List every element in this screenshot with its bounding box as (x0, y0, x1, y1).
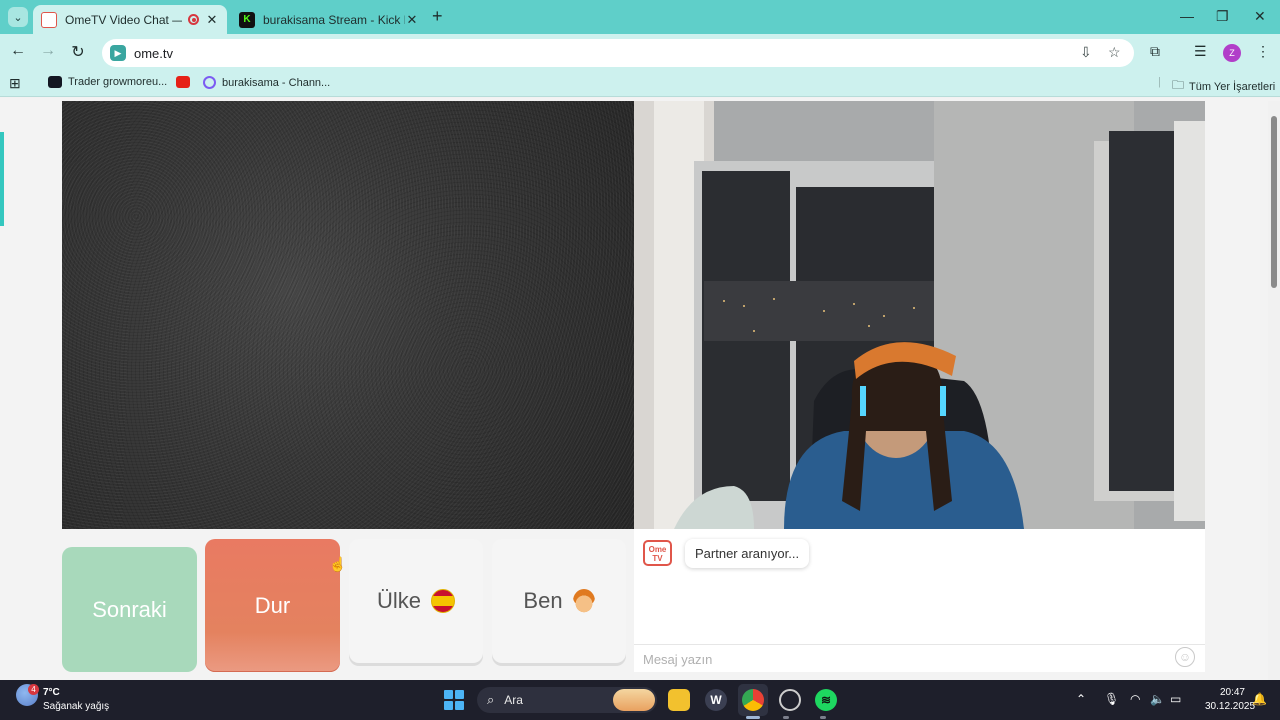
tab-title: OmeTV Video Chat — Ome (65, 12, 182, 27)
search-label: Ara (504, 693, 523, 707)
camera-icon: ▶ (110, 45, 126, 61)
loading-icon (203, 76, 216, 89)
wordpress-icon[interactable]: W (705, 689, 727, 711)
bookmark-youtube[interactable] (176, 76, 196, 88)
tradingview-icon (48, 76, 62, 88)
message-input[interactable] (643, 649, 1163, 669)
divider: | (1158, 76, 1161, 88)
url-text: ome.tv (134, 45, 174, 61)
country-label: Ülke (376, 588, 421, 613)
bookmark-burakisama[interactable]: burakisama - Chann... (203, 76, 330, 89)
scrollbar-thumb[interactable] (1271, 116, 1277, 288)
next-button[interactable]: Sonraki (62, 547, 197, 672)
recording-icon (188, 14, 199, 25)
notification-bell-icon[interactable]: 🔔 (1252, 692, 1267, 706)
all-bookmarks-button[interactable]: 🗀 Tüm Yer İşaretleri (1172, 76, 1275, 97)
reload-button[interactable]: ↻ (68, 42, 88, 62)
address-bar[interactable]: ▶ ome.tv ⇩ ☆ (102, 39, 1134, 67)
side-accent (0, 132, 4, 226)
weather-desc: Sağanak yağış (43, 701, 110, 712)
bookmarks-bar: ⊞ Trader growmoreu... burakisama - Chann… (0, 71, 1280, 97)
speaker-icon[interactable]: 🔈 (1150, 692, 1165, 706)
logo-text-bottom: TV (652, 554, 663, 563)
country-button[interactable]: Ülke (349, 539, 483, 663)
restore-button[interactable]: ❐ (1216, 8, 1229, 25)
running-indicator (783, 716, 789, 719)
tab-ometv[interactable]: OmeTV Video Chat — Ome ✕ (33, 5, 227, 34)
plus-icon: + (432, 6, 443, 26)
tab-search-button[interactable]: ⌄ (8, 7, 28, 27)
folder-icon: 🗀 (1172, 78, 1185, 92)
spain-flag-icon (431, 589, 455, 613)
webcam-scene (634, 101, 1205, 529)
running-indicator (820, 716, 826, 719)
minimize-button[interactable]: — (1180, 8, 1194, 24)
youtube-icon (176, 76, 190, 88)
search-highlight-icon[interactable] (613, 689, 655, 711)
ometv-logo: Ome TV (643, 540, 672, 566)
window-close-button[interactable]: ✕ (1254, 8, 1266, 25)
boy-face-icon (572, 589, 595, 613)
apps-grid-icon[interactable]: ⊞ (9, 75, 21, 92)
close-icon[interactable]: ✕ (405, 12, 419, 28)
weather-badge: 4 (28, 684, 39, 695)
kick-favicon-icon: K (239, 11, 255, 28)
all-bookmarks-label: Tüm Yer İşaretleri (1189, 80, 1276, 93)
file-explorer-icon[interactable] (668, 689, 690, 711)
new-tab-button[interactable]: + (432, 6, 443, 27)
tab-title: burakisama Stream - Kick Dash (263, 12, 405, 27)
extensions-icon[interactable]: ⧉ (1150, 43, 1160, 60)
obs-icon[interactable] (779, 689, 801, 711)
next-label: Sonraki (92, 596, 167, 622)
reload-icon: ↻ (71, 44, 85, 61)
date: 30.12.2025 (1205, 701, 1256, 712)
me-button[interactable]: Ben (492, 539, 626, 663)
stop-label: Dur (254, 592, 291, 618)
tab-kick[interactable]: K burakisama Stream - Kick Dash ✕ (231, 5, 427, 34)
tab-strip: ⌄ OmeTV Video Chat — Ome ✕ K burakisama … (0, 0, 1280, 34)
back-button[interactable]: ← (8, 42, 28, 60)
message-input-area (634, 644, 1205, 671)
ometv-favicon-icon (41, 11, 57, 28)
weather-temp: 7°C (43, 687, 60, 698)
browser-toolbar: ← → ↻ ▶ ome.tv ⇩ ☆ ⧉ ☰ ⋮ (0, 34, 1280, 71)
windows-start-icon[interactable] (444, 690, 464, 710)
hand-cursor-icon: ☝ (329, 556, 347, 572)
install-app-icon[interactable]: ⇩ (1080, 44, 1092, 61)
forward-button[interactable]: → (38, 42, 58, 60)
arrow-left-icon: ← (10, 42, 26, 59)
static-noise (62, 101, 634, 529)
chevron-down-icon: ⌄ (13, 11, 23, 24)
chevron-up-icon[interactable]: ⌃ (1076, 692, 1086, 706)
bookmark-label: burakisama - Chann... (222, 76, 331, 89)
partner-video (62, 101, 634, 529)
self-video (634, 101, 1205, 529)
menu-dots-icon[interactable]: ⋮ (1256, 43, 1270, 60)
spotify-icon[interactable]: ≋ (815, 689, 837, 711)
chrome-icon[interactable] (742, 689, 764, 711)
bookmark-tradingview[interactable]: Trader growmoreu... (48, 76, 167, 88)
battery-icon[interactable]: ▭ (1170, 692, 1181, 706)
profile-avatar[interactable]: Z (1223, 44, 1241, 62)
microphone-icon[interactable]: 🎙 (1104, 692, 1119, 706)
media-control-icon[interactable]: ☰ (1194, 43, 1207, 60)
emoji-icon[interactable]: ☺ (1175, 647, 1195, 667)
arrow-right-icon: → (40, 42, 56, 59)
search-icon: ⌕ (487, 692, 495, 707)
me-label: Ben (523, 588, 563, 613)
time: 20:47 (1219, 687, 1245, 698)
bookmark-label: Trader growmoreu... (68, 76, 168, 88)
star-icon[interactable]: ☆ (1108, 44, 1121, 61)
close-icon[interactable]: ✕ (205, 12, 219, 28)
wifi-icon[interactable]: ◠ (1130, 692, 1140, 706)
logo-text-top: Ome (648, 545, 667, 554)
status-message: Partner aranıyor... (685, 539, 810, 568)
stop-button[interactable]: Dur (205, 539, 340, 672)
clock[interactable]: 20:47 30.12.2025 (1205, 686, 1256, 714)
active-indicator (746, 716, 760, 719)
